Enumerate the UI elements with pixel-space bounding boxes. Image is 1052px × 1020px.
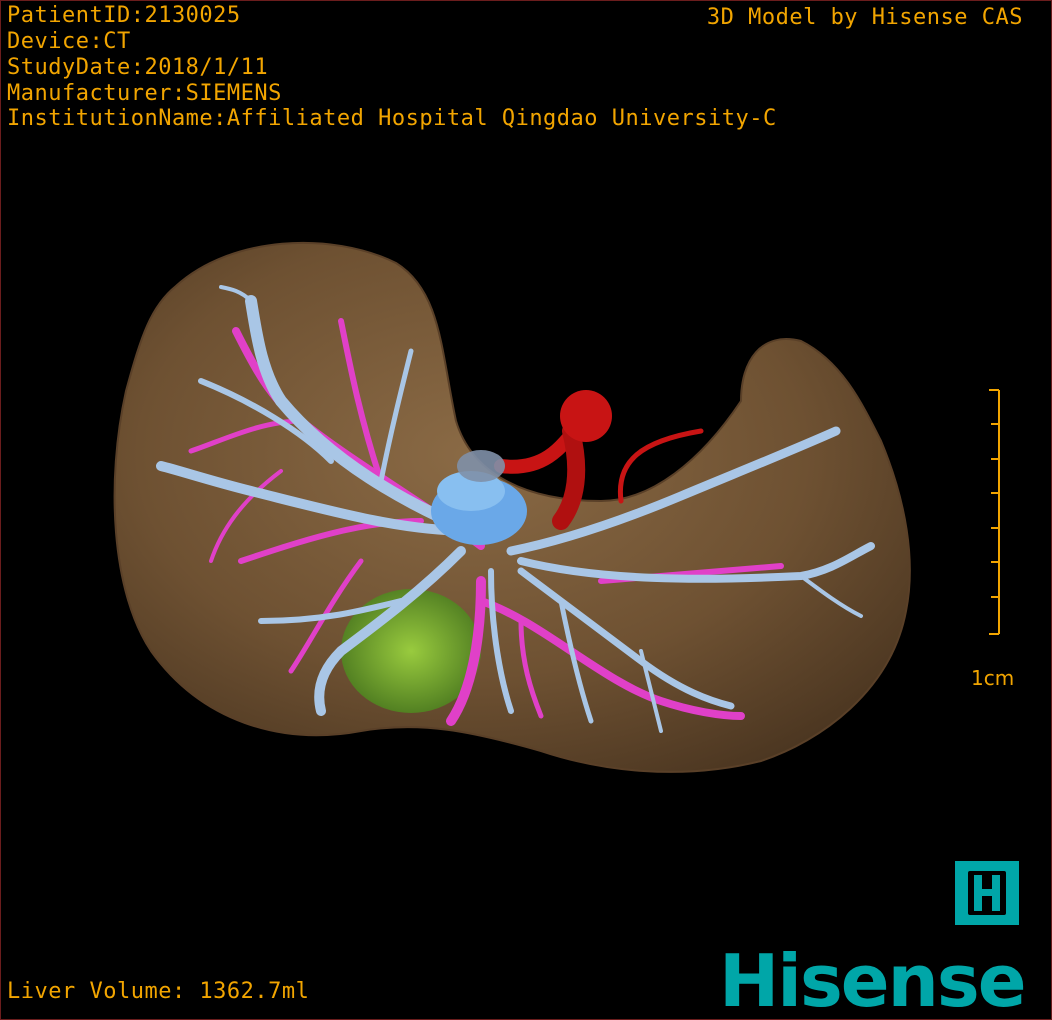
vena-cava xyxy=(560,390,612,442)
study-date-text: StudyDate:2018/1/11 xyxy=(7,55,269,80)
patient-id-text: PatientID:2130025 xyxy=(7,3,241,28)
liver-3d-model[interactable] xyxy=(1,1,1051,1019)
hisense-h-icon xyxy=(968,871,1006,915)
institution-text: InstitutionName:Affiliated Hospital Qing… xyxy=(7,106,777,131)
liver-volume-text: Liver Volume: 1362.7ml xyxy=(7,979,310,1004)
3d-model-viewport[interactable]: PatientID:2130025 Device:CT StudyDate:20… xyxy=(0,0,1052,1020)
manufacturer-text: Manufacturer:SIEMENS xyxy=(7,81,282,106)
model-credit-text: 3D Model by Hisense CAS xyxy=(706,5,1023,30)
hisense-wordmark: Hisense xyxy=(719,939,1027,1020)
scale-bar xyxy=(989,389,1000,635)
hisense-h-logo xyxy=(955,861,1019,925)
device-text: Device:CT xyxy=(7,29,131,54)
scale-bar-label: 1cm xyxy=(971,666,1015,690)
